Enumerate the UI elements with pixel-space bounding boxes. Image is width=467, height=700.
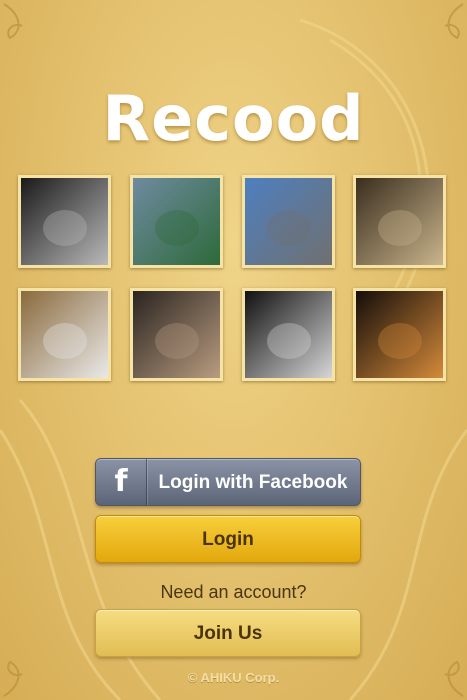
photo-thumbnail[interactable] xyxy=(353,288,446,381)
photo-street-icon xyxy=(245,178,332,265)
photo-thumbnail[interactable] xyxy=(242,288,335,381)
copyright-footer: © AHIKU Corp. xyxy=(187,670,280,685)
photo-playground-icon xyxy=(133,178,220,265)
need-account-text: Need an account? xyxy=(160,582,307,602)
facebook-button-label: Login with Facebook xyxy=(158,472,348,493)
login-with-facebook-button[interactable]: f Login with Facebook xyxy=(95,458,361,506)
app-logo: Recood xyxy=(102,82,365,155)
facebook-icon: f xyxy=(96,459,147,505)
photo-thumbnail[interactable] xyxy=(130,175,223,268)
photo-thumbnail[interactable] xyxy=(353,175,446,268)
photo-thumbnail[interactable] xyxy=(242,175,335,268)
photo-stairs-icon xyxy=(133,291,220,378)
photo-thumbnail[interactable] xyxy=(18,288,111,381)
photo-christmas-lights-icon xyxy=(356,291,443,378)
join-us-button[interactable]: Join Us xyxy=(95,609,361,657)
photo-gym-icon xyxy=(356,178,443,265)
photo-thumbnail[interactable] xyxy=(130,288,223,381)
photo-girl-face-icon xyxy=(245,291,332,378)
login-button[interactable]: Login xyxy=(95,515,361,563)
photo-thumbnail[interactable] xyxy=(18,175,111,268)
photo-baby-bw-icon xyxy=(21,178,108,265)
photo-kid-curtain-icon xyxy=(21,291,108,378)
